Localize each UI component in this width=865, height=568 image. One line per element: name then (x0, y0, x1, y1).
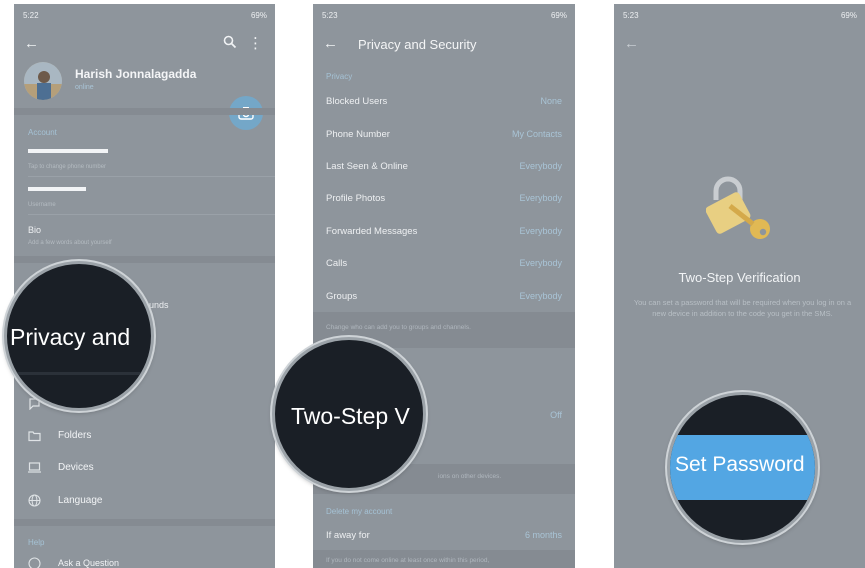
avatar[interactable] (24, 62, 62, 100)
setting-label: Groups (326, 291, 358, 302)
profile-name: Harish Jonnalagadda (75, 67, 197, 81)
setting-row-groups[interactable]: Groups Everybody (313, 289, 575, 307)
zoom-callout-two-step: Two-Step V (272, 337, 426, 491)
setting-row-last-seen[interactable]: Last Seen & Online Everybody (313, 159, 575, 177)
delete-account-header: Delete my account (326, 507, 393, 516)
devices-icon (28, 462, 41, 473)
status-bar: 5:22 69% (14, 4, 275, 26)
zoom-callout-set-password: Set Password (667, 392, 818, 543)
section-divider (14, 256, 275, 263)
app-bar: ← ⋮ (14, 26, 275, 64)
username-hint: Username (28, 202, 56, 208)
setting-value: Everybody (519, 258, 562, 268)
app-bar: ← (614, 26, 865, 64)
setting-row-away-for[interactable]: If away for 6 months (313, 528, 575, 546)
setting-value: None (540, 96, 562, 106)
bio-hint: Add a few words about yourself (28, 240, 112, 246)
setting-label: If away for (326, 530, 370, 541)
back-arrow-icon[interactable]: ← (624, 34, 639, 54)
section-divider (14, 519, 275, 526)
away-hint: If you do not come online at least once … (326, 557, 490, 564)
setting-row-forwarded-messages[interactable]: Forwarded Messages Everybody (313, 224, 575, 242)
more-options-icon[interactable]: ⋮ (248, 34, 263, 54)
setting-label: Phone Number (326, 129, 390, 140)
groups-hint: Change who can add you to groups and cha… (326, 324, 471, 331)
setting-value: Everybody (519, 161, 562, 171)
phone-number-hint: Tap to change phone number (28, 164, 107, 170)
status-bar: 5:23 69% (614, 4, 865, 26)
battery-level: 69% (550, 11, 567, 20)
bio-label[interactable]: Bio (28, 225, 41, 235)
page-title: Privacy and Security (358, 37, 477, 52)
zoom-callout-privacy: Privacy and (4, 261, 154, 411)
setting-value: 6 months (524, 530, 562, 540)
folder-icon (28, 431, 41, 442)
divider (28, 176, 275, 177)
back-arrow-icon[interactable]: ← (24, 34, 39, 54)
two-step-description: You can set a password that will be requ… (633, 298, 852, 318)
setting-value: My Contacts (511, 129, 562, 139)
status-time: 5:23 (322, 11, 338, 20)
two-step-verification-menu-item[interactable]: Two-Step V (291, 403, 410, 430)
avatar-photo (24, 62, 62, 100)
setting-label: Forwarded Messages (326, 226, 418, 237)
setting-label: Last Seen & Online (326, 161, 408, 172)
setting-label: Profile Photos (326, 193, 386, 204)
setting-value: Everybody (519, 226, 562, 236)
setting-row-phone-number[interactable]: Phone Number My Contacts (313, 127, 575, 145)
section-divider (14, 108, 275, 115)
help-section-header: Help (28, 538, 45, 547)
menu-item-label: Folders (58, 430, 92, 441)
phone-number-value[interactable] (28, 149, 108, 153)
account-section-header: Account (28, 128, 57, 137)
setting-row-blocked-users[interactable]: Blocked Users None (313, 94, 575, 112)
menu-item-label: Devices (58, 462, 94, 473)
divider (28, 214, 275, 215)
globe-icon (28, 494, 41, 507)
back-arrow-icon[interactable]: ← (323, 34, 338, 54)
username-value[interactable] (28, 187, 86, 191)
setting-row-profile-photos[interactable]: Profile Photos Everybody (313, 191, 575, 209)
profile-status: online (75, 84, 94, 91)
chat-bubble-icon (28, 557, 41, 568)
battery-level: 69% (840, 11, 857, 20)
page-title: Two-Step Verification (678, 270, 801, 285)
search-icon[interactable] (223, 35, 237, 49)
menu-item-label: Ask a Question (58, 558, 120, 568)
set-password-label: Set Password (675, 453, 805, 476)
setting-label: Blocked Users (326, 96, 388, 107)
battery-level: 69% (250, 11, 267, 20)
setting-row-calls[interactable]: Calls Everybody (313, 256, 575, 274)
status-time: 5:23 (623, 11, 639, 20)
status-time: 5:22 (23, 11, 39, 20)
menu-item-label: Language (58, 495, 103, 506)
set-password-button[interactable]: Set Password (670, 435, 815, 500)
divider (7, 372, 151, 375)
status-bar: 5:23 69% (313, 4, 575, 26)
app-bar: ← Privacy and Security (313, 26, 575, 64)
two-step-value[interactable]: Off (550, 410, 562, 420)
setting-value: Everybody (519, 193, 562, 203)
setting-value: Everybody (519, 291, 562, 301)
sounds-item-partial[interactable]: unds (149, 300, 169, 310)
setting-label: Calls (326, 258, 348, 269)
privacy-and-security-menu-item[interactable]: Privacy and (10, 324, 130, 351)
privacy-section-header: Privacy (326, 72, 353, 81)
sessions-hint: ions on other devices. (438, 473, 502, 480)
padlock-key-icon (706, 176, 770, 239)
